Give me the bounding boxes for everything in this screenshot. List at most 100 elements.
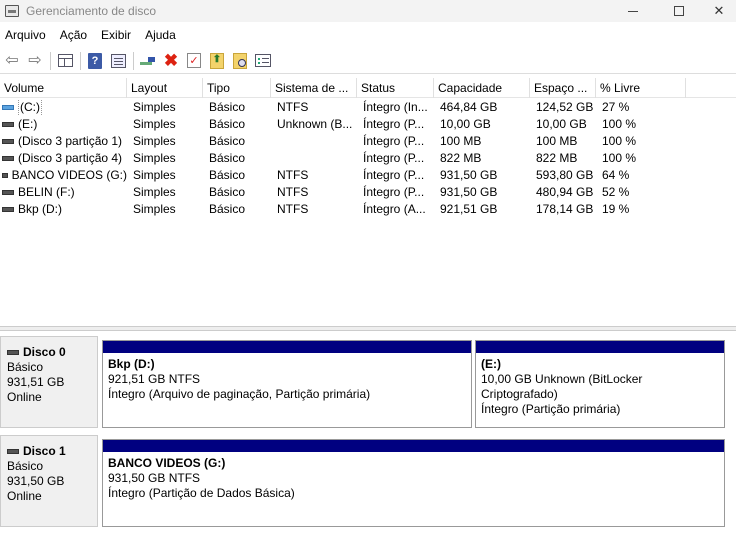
cell-volume: Bkp (D:) — [0, 201, 127, 218]
cell-tipo: Básico — [209, 202, 246, 216]
disk-1-name-row: Disco 1 — [7, 444, 97, 458]
volume-name: Bkp (D:) — [18, 202, 63, 216]
cell-capacidade: 822 MB — [440, 151, 482, 165]
cell-status: Íntegro (In... — [363, 100, 428, 114]
menu-acao[interactable]: Ação — [54, 28, 93, 42]
back-button[interactable]: ⇦ — [2, 51, 22, 71]
column-layout[interactable]: Layout — [127, 78, 203, 98]
cell-layout: Simples — [133, 151, 176, 165]
cell-status: Íntegro (P... — [363, 117, 425, 131]
cell-layout: Simples — [133, 134, 176, 148]
cell-capacidade: 464,84 GB — [440, 100, 498, 114]
cell-status: Íntegro (P... — [363, 185, 425, 199]
menu-exibir[interactable]: Exibir — [95, 28, 137, 42]
column-tipo[interactable]: Tipo — [203, 78, 271, 98]
partition-bkp-d[interactable]: Bkp (D:) 921,51 GB NTFS Íntegro (Arquivo… — [102, 340, 472, 428]
disk-icon — [7, 448, 19, 454]
window-title: Gerenciamento de disco — [26, 4, 157, 18]
partition-title: (E:) — [481, 357, 501, 371]
close-button[interactable]: ✕ — [702, 0, 736, 22]
menu-ajuda[interactable]: Ajuda — [139, 28, 182, 42]
forward-button[interactable]: ⇨ — [25, 51, 45, 71]
system-volume-icon — [2, 105, 14, 110]
volume-name: BANCO VIDEOS (G:) — [11, 168, 127, 182]
cell-livre: 27 % — [602, 100, 630, 114]
folder-search-icon — [233, 52, 247, 69]
table-row[interactable]: (C:) Simples Básico NTFS Íntegro (In... 464,8… — [0, 99, 736, 116]
volume-icon — [2, 139, 14, 144]
cell-livre: 19 % — [602, 202, 630, 216]
partition-bar — [476, 341, 724, 353]
volume-name: (E:) — [18, 117, 38, 131]
cell-sistema: Unknown (B... — [277, 117, 353, 131]
disk-0-label[interactable]: Disco 0 Básico 931,51 GB Online — [0, 336, 98, 428]
cell-capacidade: 10,00 GB — [440, 117, 491, 131]
minimize-icon — [628, 10, 638, 12]
volume-list: Volume Layout Tipo Sistema de ... Status… — [0, 78, 736, 326]
table-row[interactable]: (Disco 3 partição 1) Simples Básico Íntegro… — [0, 133, 736, 150]
partition-banco-videos-g[interactable]: BANCO VIDEOS (G:) 931,50 GB NTFS Íntegro… — [102, 439, 725, 527]
partition-title: Bkp (D:) — [108, 357, 155, 371]
delete-icon: ✖ — [163, 51, 179, 70]
folder-up-icon: ⬆ — [210, 52, 224, 69]
minimize-button[interactable] — [610, 0, 656, 22]
cell-espaco: 480,94 GB — [536, 185, 594, 199]
check-button[interactable]: ✓ — [184, 51, 204, 71]
help-icon: ? — [88, 52, 102, 69]
maximize-button[interactable] — [656, 0, 702, 22]
volume-icon — [2, 190, 14, 195]
cell-volume: (Disco 3 partição 4) — [0, 150, 127, 167]
up-folder-button[interactable]: ⬆ — [207, 51, 227, 71]
properties-button[interactable] — [108, 51, 128, 71]
cell-volume: (C:) — [0, 99, 127, 116]
checklist-icon: ✓ — [187, 53, 201, 68]
table-row[interactable]: Bkp (D:) Simples Básico NTFS Íntegro (A... 92… — [0, 201, 736, 218]
cell-espaco: 178,14 GB — [536, 202, 594, 216]
menu-arquivo[interactable]: Arquivo — [0, 28, 52, 42]
partition-title: BANCO VIDEOS (G:) — [108, 456, 226, 470]
volume-name: BELIN (F:) — [18, 185, 75, 199]
list-view-button[interactable] — [253, 51, 273, 71]
partition-status: Íntegro (Arquivo de paginação, Partição … — [108, 387, 371, 401]
maximize-icon — [674, 6, 684, 16]
column-livre[interactable]: % Livre — [596, 78, 686, 98]
table-row[interactable]: BELIN (F:) Simples Básico NTFS Íntegro (P...… — [0, 184, 736, 201]
search-folder-button[interactable] — [230, 51, 250, 71]
toolbar: ⇦ ⇨ ? ✖ ✓ ⬆ — [0, 48, 736, 74]
column-status[interactable]: Status — [357, 78, 434, 98]
disk-map: Disco 0 Básico 931,51 GB Online Bkp (D:)… — [0, 331, 736, 536]
partition-status: Íntegro (Partição primária) — [481, 402, 621, 416]
disk-1-state: Online — [7, 489, 42, 503]
table-row[interactable]: (Disco 3 partição 4) Simples Básico Íntegro… — [0, 150, 736, 167]
disk-0-size: 931,51 GB — [7, 375, 65, 389]
disk-management-icon — [5, 5, 19, 17]
cell-tipo: Básico — [209, 185, 246, 199]
close-icon: ✕ — [713, 3, 725, 18]
cell-volume: (Disco 3 partição 1) — [0, 133, 127, 150]
disk-icon — [7, 349, 19, 355]
partition-e[interactable]: (E:) 10,00 GB Unknown (BitLocker Criptog… — [475, 340, 725, 428]
console-tree-icon — [57, 54, 73, 67]
connect-button[interactable] — [138, 51, 158, 71]
cell-sistema: NTFS — [277, 202, 309, 216]
disk-1-name: Disco 1 — [23, 444, 66, 458]
table-row[interactable]: BANCO VIDEOS (G:) Simples Básico NTFS Íntegr… — [0, 167, 736, 184]
table-row[interactable]: (E:) Simples Básico Unknown (B... Íntegro (P… — [0, 116, 736, 133]
column-volume[interactable]: Volume — [0, 78, 127, 98]
column-sistema[interactable]: Sistema de ... — [271, 78, 357, 98]
cell-volume: (E:) — [0, 116, 127, 133]
show-hide-console-tree-button[interactable] — [55, 51, 75, 71]
column-espaco[interactable]: Espaço ... — [530, 78, 596, 98]
disk-1-label[interactable]: Disco 1 Básico 931,50 GB Online — [0, 435, 98, 527]
partition-bar — [103, 440, 724, 452]
cell-volume: BANCO VIDEOS (G:) — [0, 167, 127, 184]
delete-button[interactable]: ✖ — [161, 51, 181, 71]
column-capacidade[interactable]: Capacidade — [434, 78, 530, 98]
cell-capacidade: 100 MB — [440, 134, 482, 148]
volume-icon — [2, 207, 14, 212]
cell-espaco: 124,52 GB — [536, 100, 594, 114]
cell-layout: Simples — [133, 185, 176, 199]
help-button[interactable]: ? — [85, 51, 105, 71]
volume-icon — [2, 156, 14, 161]
menu-bar: Arquivo Ação Exibir Ajuda — [0, 24, 736, 46]
